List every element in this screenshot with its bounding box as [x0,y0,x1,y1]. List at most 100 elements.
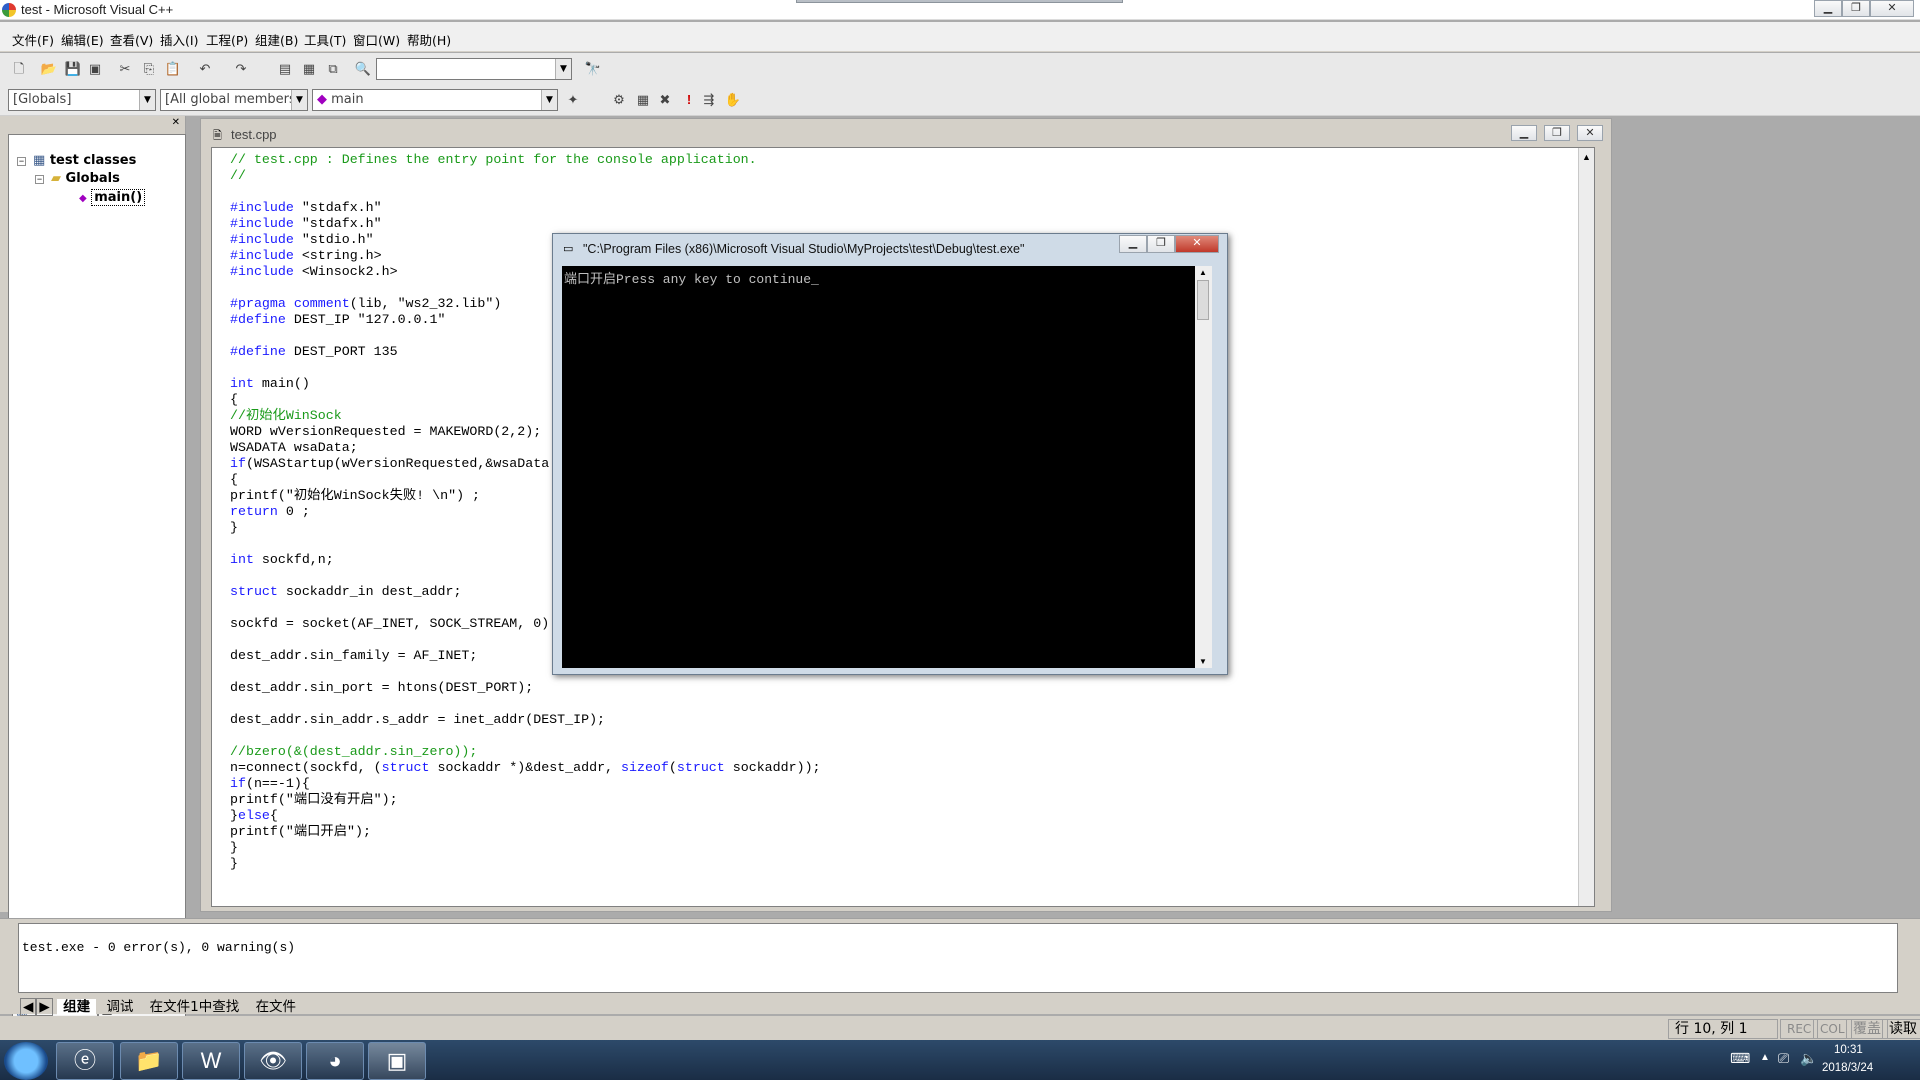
menu-edit[interactable]: 编辑(E) [61,30,104,49]
viewer-taskbar-icon[interactable]: 👁 [244,1042,302,1080]
window-list-icon[interactable]: ⧉ [324,60,342,78]
menu-help[interactable]: 帮助(H) [407,30,451,49]
maximize-button[interactable]: ❐ [1842,0,1870,17]
scroll-thumb[interactable] [1197,280,1209,320]
stop-build-icon[interactable]: ✖ [656,91,674,109]
tree-item-main[interactable]: ◆ main() [79,189,146,206]
ie-taskbar-icon[interactable]: ⓔ [56,1042,114,1080]
scope-combo[interactable]: [Globals] ▼ [8,89,156,111]
scroll-down-icon[interactable]: ▼ [1199,657,1207,666]
console-minimize-button[interactable]: ▁ [1119,235,1147,253]
console-close-button[interactable]: ✕ [1175,235,1219,253]
editor-minimize-button[interactable]: ▁ [1511,125,1537,141]
menu-view[interactable]: 查看(V) [110,30,153,49]
editor-vscroll[interactable]: ▲ [1578,148,1594,906]
tab-scroll-right-icon[interactable]: ▶ [36,998,53,1016]
code-line[interactable] [230,184,821,200]
code-line[interactable]: }else{ [230,808,821,824]
code-line[interactable]: } [230,840,821,856]
code-line[interactable]: #include "stdafx.h" [230,200,821,216]
new-file-icon[interactable]: 🗋 [10,60,28,78]
tab-find-in-files-2[interactable]: 在文件 [250,999,303,1015]
code-token: "stdafx.h" [293,200,382,215]
breakpoint-hand-icon[interactable]: ✋ [724,91,742,109]
find-in-files-icon[interactable]: 🔍 [354,60,372,78]
function-combo[interactable]: ◆ main ▼ [312,89,558,111]
wizard-action-icon[interactable]: ✦ [564,91,582,109]
build-icon[interactable]: ▦ [634,91,652,109]
start-button[interactable] [4,1042,48,1080]
keyboard-icon[interactable]: ⌨ [1730,1050,1750,1067]
find-combo[interactable]: ▼ [376,58,572,80]
volume-icon[interactable]: 🔈 [1800,1050,1817,1067]
execute-icon[interactable]: ! [680,91,698,109]
chevron-down-icon[interactable]: ▼ [555,59,571,79]
tree-root[interactable]: ▦ test classes [33,153,136,168]
scroll-up-icon[interactable]: ▲ [1582,152,1591,162]
code-line[interactable]: dest_addr.sin_port = htons(DEST_PORT); [230,680,821,696]
menu-file[interactable]: 文件(F) [12,30,54,49]
console-taskbar-icon[interactable]: ▣ [368,1042,426,1080]
search-icon[interactable]: 🔭 [584,60,602,78]
code-line[interactable]: printf("端口没有开启"); [230,792,821,808]
chevron-down-icon[interactable]: ▼ [139,90,155,110]
paste-icon[interactable]: 📋 [164,60,182,78]
console-output[interactable]: 端口开启Press any key to continue_ ▲ ▼ [562,266,1212,668]
save-all-icon[interactable]: ▣ [86,60,104,78]
tree-folder-globals[interactable]: ▰ Globals [51,171,120,186]
code-line[interactable]: dest_addr.sin_addr.s_addr = inet_addr(DE… [230,712,821,728]
open-folder-icon[interactable]: 📂 [40,60,58,78]
output-window-icon[interactable]: ▦ [300,60,318,78]
members-combo[interactable]: [All global members ▼ [160,89,308,111]
scroll-up-icon[interactable]: ▲ [1199,268,1207,277]
clock-time[interactable]: 10:31 [1834,1044,1863,1056]
tab-build[interactable]: 组建 [57,999,97,1015]
workspace-close-icon[interactable]: ✕ [172,117,180,128]
menu-tools[interactable]: 工具(T) [304,30,346,49]
code-line[interactable]: } [230,856,821,872]
console-vscroll[interactable]: ▲ ▼ [1195,266,1212,668]
word-taskbar-icon[interactable]: W [182,1042,240,1080]
tab-scroll-left-icon[interactable]: ◀ [20,998,37,1016]
menu-insert[interactable]: 插入(I) [160,30,198,49]
tray-expand-icon[interactable]: ▲ [1760,1052,1770,1063]
redo-icon[interactable]: ↷ [232,60,250,78]
editor-restore-button[interactable]: ❐ [1544,125,1570,141]
compile-icon[interactable]: ⚙ [610,91,628,109]
editor-close-button[interactable]: ✕ [1577,125,1603,141]
code-line[interactable] [230,728,821,744]
code-line[interactable]: #include "stdafx.h" [230,216,821,232]
menu-build[interactable]: 组建(B) [255,30,298,49]
menu-project[interactable]: 工程(P) [206,30,248,49]
undo-icon[interactable]: ↶ [196,60,214,78]
menu-window[interactable]: 窗口(W) [353,30,400,49]
tab-debug[interactable]: 调试 [100,999,139,1015]
code-line[interactable]: printf("端口开启"); [230,824,821,840]
go-icon[interactable]: ⇶ [700,91,718,109]
console-maximize-button[interactable]: ❐ [1147,235,1175,253]
copy-icon[interactable]: ⎘ [140,60,158,78]
tab-find-in-files-1[interactable]: 在文件1中查找 [144,999,246,1015]
workspace-icon[interactable]: ▤ [276,60,294,78]
tree-collapse-icon[interactable]: − [17,157,26,166]
tree-collapse-icon[interactable]: − [35,175,44,184]
vc-taskbar-icon[interactable]: ◕ [306,1042,364,1080]
chevron-down-icon[interactable]: ▼ [541,90,557,110]
code-line[interactable]: // test.cpp : Defines the entry point fo… [230,152,821,168]
close-button[interactable]: ✕ [1870,0,1914,17]
clock-date[interactable]: 2018/3/24 [1822,1062,1873,1074]
explorer-taskbar-icon[interactable]: 📁 [120,1042,178,1080]
code-line[interactable] [230,696,821,712]
code-line[interactable]: n=connect(sockfd, (struct sockaddr *)&de… [230,760,821,776]
chevron-down-icon[interactable]: ▼ [291,90,307,110]
minimize-button[interactable]: ▁ [1814,0,1842,17]
output-window[interactable]: test.exe - 0 error(s), 0 warning(s) [18,923,1898,993]
code-line[interactable]: if(n==-1){ [230,776,821,792]
save-icon[interactable]: 💾 [64,60,82,78]
cut-icon[interactable]: ✂ [116,60,134,78]
window-tab-indicator [796,0,1123,3]
code-line[interactable]: // [230,168,821,184]
network-icon[interactable]: ⎚ [1778,1050,1789,1067]
code-line[interactable]: //bzero(&(dest_addr.sin_zero)); [230,744,821,760]
code-token: dest_addr.sin_addr.s_addr = inet_addr(DE… [230,712,606,727]
